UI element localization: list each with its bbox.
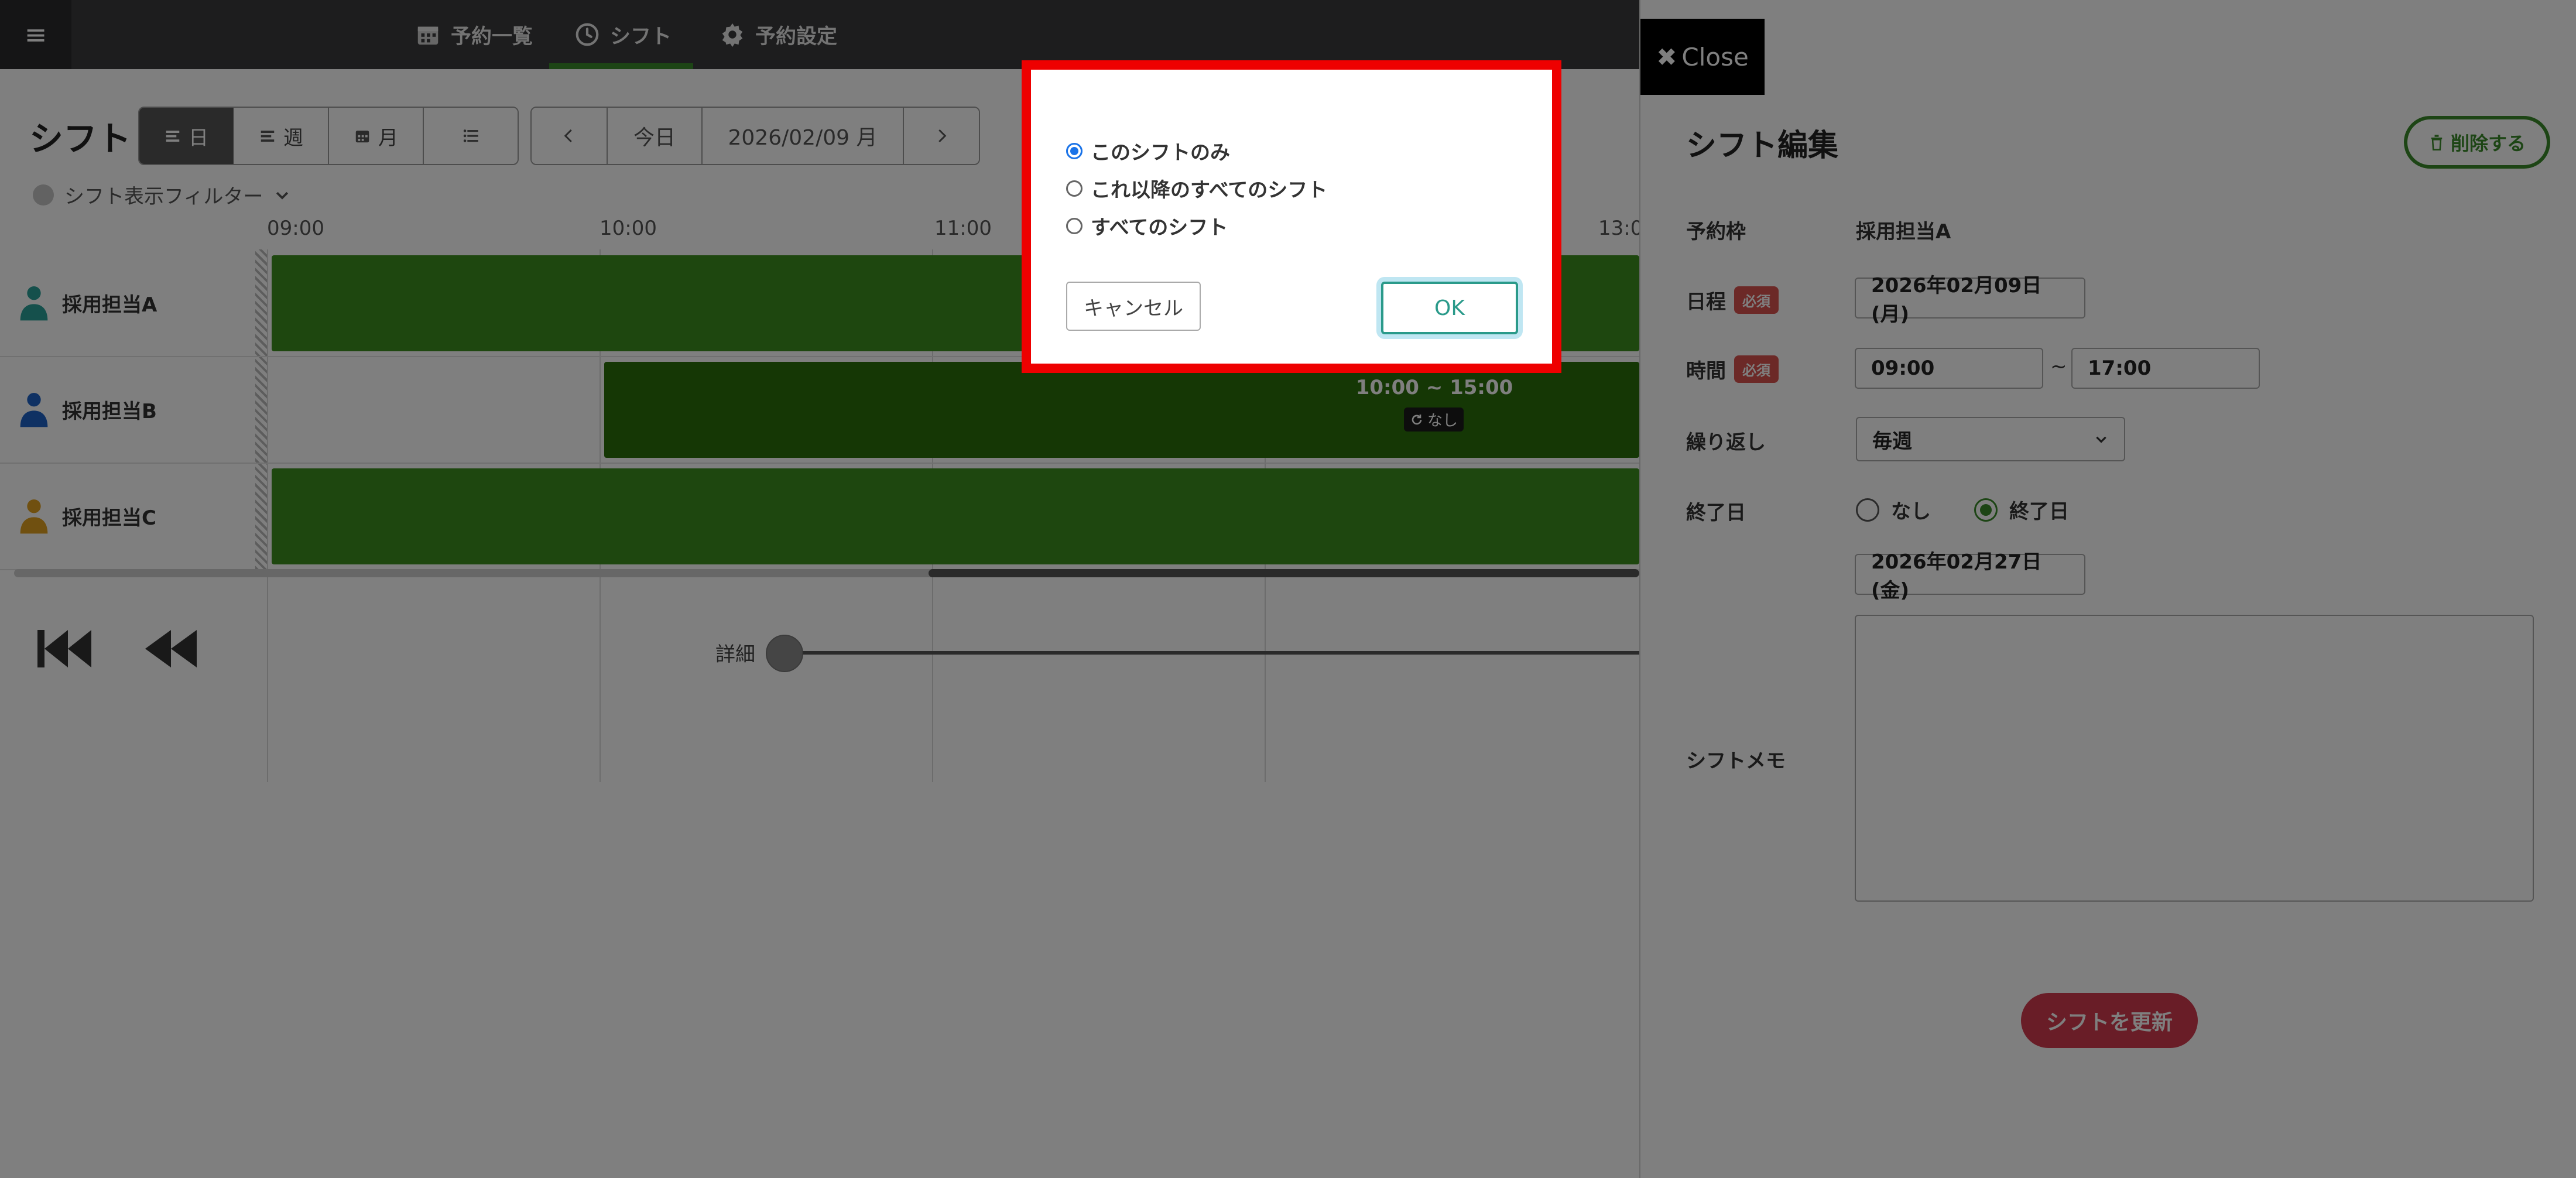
scope-option-this[interactable]: このシフトのみ [1066, 136, 1230, 165]
scope-option-label: すべてのシフト [1091, 216, 1228, 239]
radio-button-selected[interactable] [1066, 142, 1083, 159]
radio-button[interactable] [1066, 217, 1083, 234]
cancel-button[interactable]: キャンセル [1066, 282, 1201, 331]
scope-option-label: これ以降のすべてのシフト [1091, 179, 1328, 202]
scope-option-following[interactable]: これ以降のすべてのシフト [1066, 174, 1327, 203]
scope-option-label: このシフトのみ [1091, 141, 1230, 165]
scope-option-all[interactable]: すべてのシフト [1066, 211, 1228, 240]
ok-button[interactable]: OK [1381, 282, 1518, 334]
apply-scope-dialog: このシフトのみ これ以降のすべてのシフト すべてのシフト キャンセル OK [1022, 60, 1561, 373]
radio-button[interactable] [1066, 180, 1083, 197]
